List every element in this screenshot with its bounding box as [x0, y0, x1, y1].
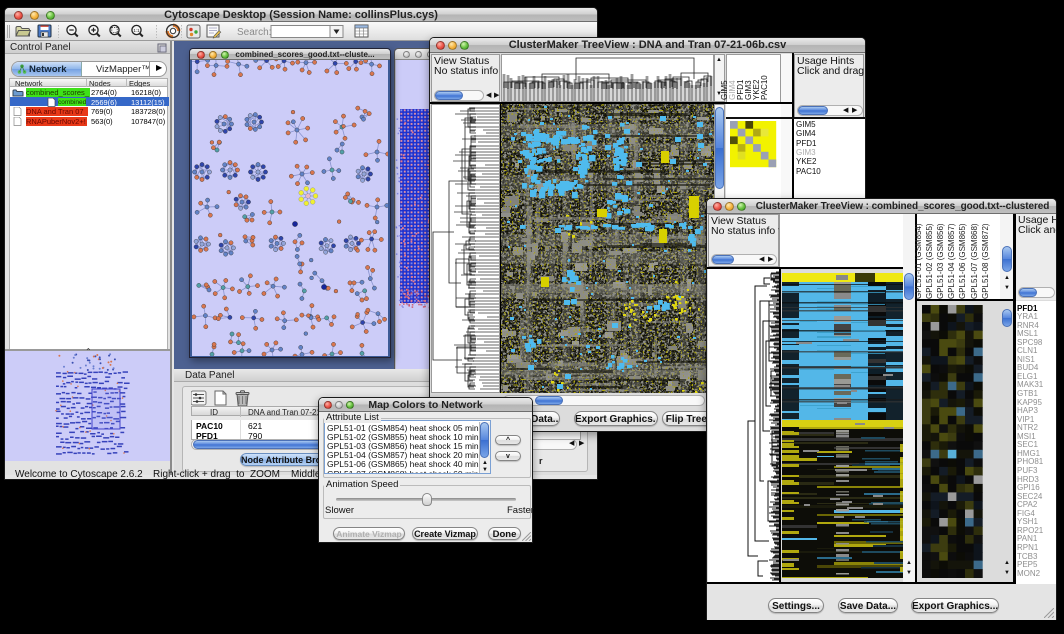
- svg-text:1:1: 1:1: [133, 28, 140, 33]
- svg-text:Search:: Search:: [237, 27, 271, 38]
